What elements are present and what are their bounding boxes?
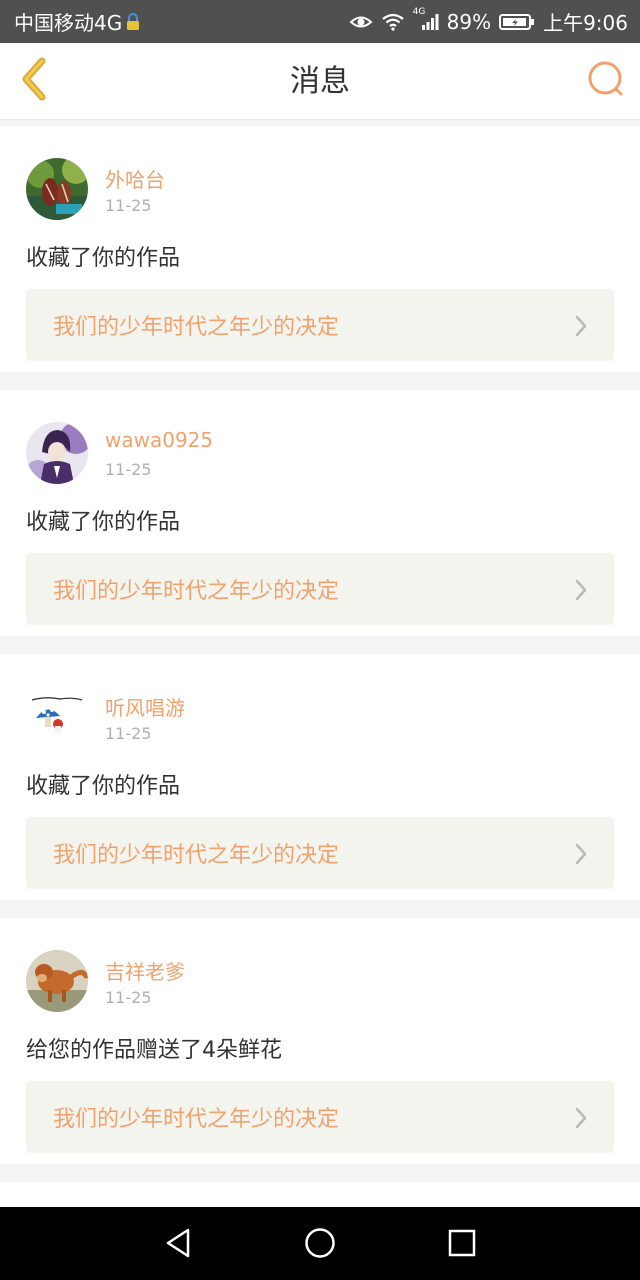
work-title: 我们的少年时代之年少的决定 xyxy=(53,1107,340,1132)
work-link[interactable]: 我们的少年时代之年少的决定 xyxy=(26,289,614,361)
username[interactable]: 听风唱游 xyxy=(105,692,185,721)
search-icon xyxy=(587,60,625,102)
message-card-partial xyxy=(0,1182,640,1207)
eye-icon xyxy=(349,13,373,31)
status-right-group: 4G 89% 上午9:06 xyxy=(349,7,628,36)
nav-recent-button[interactable] xyxy=(442,1225,482,1265)
work-title: 我们的少年时代之年少的决定 xyxy=(53,315,340,340)
message-action: 收藏了你的作品 xyxy=(26,774,181,799)
lock-icon xyxy=(126,12,140,31)
carrier-label: 中国移动4G xyxy=(14,11,123,35)
message-card: 外哈台 11-25 收藏了你的作品 我们的少年时代之年少的决定 xyxy=(0,126,640,372)
message-action: 收藏了你的作品 xyxy=(26,510,181,535)
nav-back-button[interactable] xyxy=(158,1225,198,1265)
message-card: wawa0925 11-25 收藏了你的作品 我们的少年时代之年少的决定 xyxy=(0,390,640,636)
chevron-right-icon xyxy=(574,843,588,869)
message-action: 给您的作品赠送了4朵鲜花 xyxy=(26,1038,282,1063)
network-type-label: 4G xyxy=(412,6,426,17)
work-title: 我们的少年时代之年少的决定 xyxy=(53,843,340,868)
username[interactable]: 吉祥老爹 xyxy=(105,956,185,985)
message-card: 听风唱游 11-25 收藏了你的作品 我们的少年时代之年少的决定 xyxy=(0,654,640,900)
work-title: 我们的少年时代之年少的决定 xyxy=(53,579,340,604)
battery-percent: 89% xyxy=(446,9,492,34)
avatar[interactable] xyxy=(26,950,88,1012)
header-bar: 消息 xyxy=(0,43,640,120)
work-link[interactable]: 我们的少年时代之年少的决定 xyxy=(26,1081,614,1153)
work-link[interactable]: 我们的少年时代之年少的决定 xyxy=(26,553,614,625)
work-link[interactable]: 我们的少年时代之年少的决定 xyxy=(26,817,614,889)
message-date: 11-25 xyxy=(105,988,152,1007)
page-title: 消息 xyxy=(290,64,350,99)
triangle-back-icon xyxy=(163,1227,193,1263)
avatar[interactable] xyxy=(26,686,88,748)
message-date: 11-25 xyxy=(105,460,152,479)
username[interactable]: 外哈台 xyxy=(105,164,165,193)
username[interactable]: wawa0925 xyxy=(105,428,213,452)
avatar[interactable] xyxy=(26,158,88,220)
carrier-group: 中国移动4G xyxy=(14,7,140,36)
signal-icon: 4G xyxy=(413,7,439,31)
nav-home-button[interactable] xyxy=(300,1225,340,1265)
message-date: 11-25 xyxy=(105,724,152,743)
battery-icon xyxy=(499,13,535,31)
circle-home-icon xyxy=(304,1227,336,1263)
square-recent-icon xyxy=(447,1228,477,1262)
chevron-right-icon xyxy=(574,579,588,605)
message-list: 外哈台 11-25 收藏了你的作品 我们的少年时代之年少的决定 wawa0925… xyxy=(0,120,640,1207)
clock-label: 上午9:06 xyxy=(543,11,628,35)
system-nav-bar xyxy=(0,1207,640,1280)
chevron-right-icon xyxy=(574,1107,588,1133)
wifi-icon xyxy=(381,13,405,31)
status-bar: 中国移动4G 4G 89% 上午9:06 xyxy=(0,0,640,43)
chevron-right-icon xyxy=(574,315,588,341)
search-button[interactable] xyxy=(586,61,626,101)
message-date: 11-25 xyxy=(105,196,152,215)
message-action: 收藏了你的作品 xyxy=(26,246,181,271)
avatar[interactable] xyxy=(26,422,88,484)
message-card: 吉祥老爹 11-25 给您的作品赠送了4朵鲜花 我们的少年时代之年少的决定 xyxy=(0,918,640,1164)
